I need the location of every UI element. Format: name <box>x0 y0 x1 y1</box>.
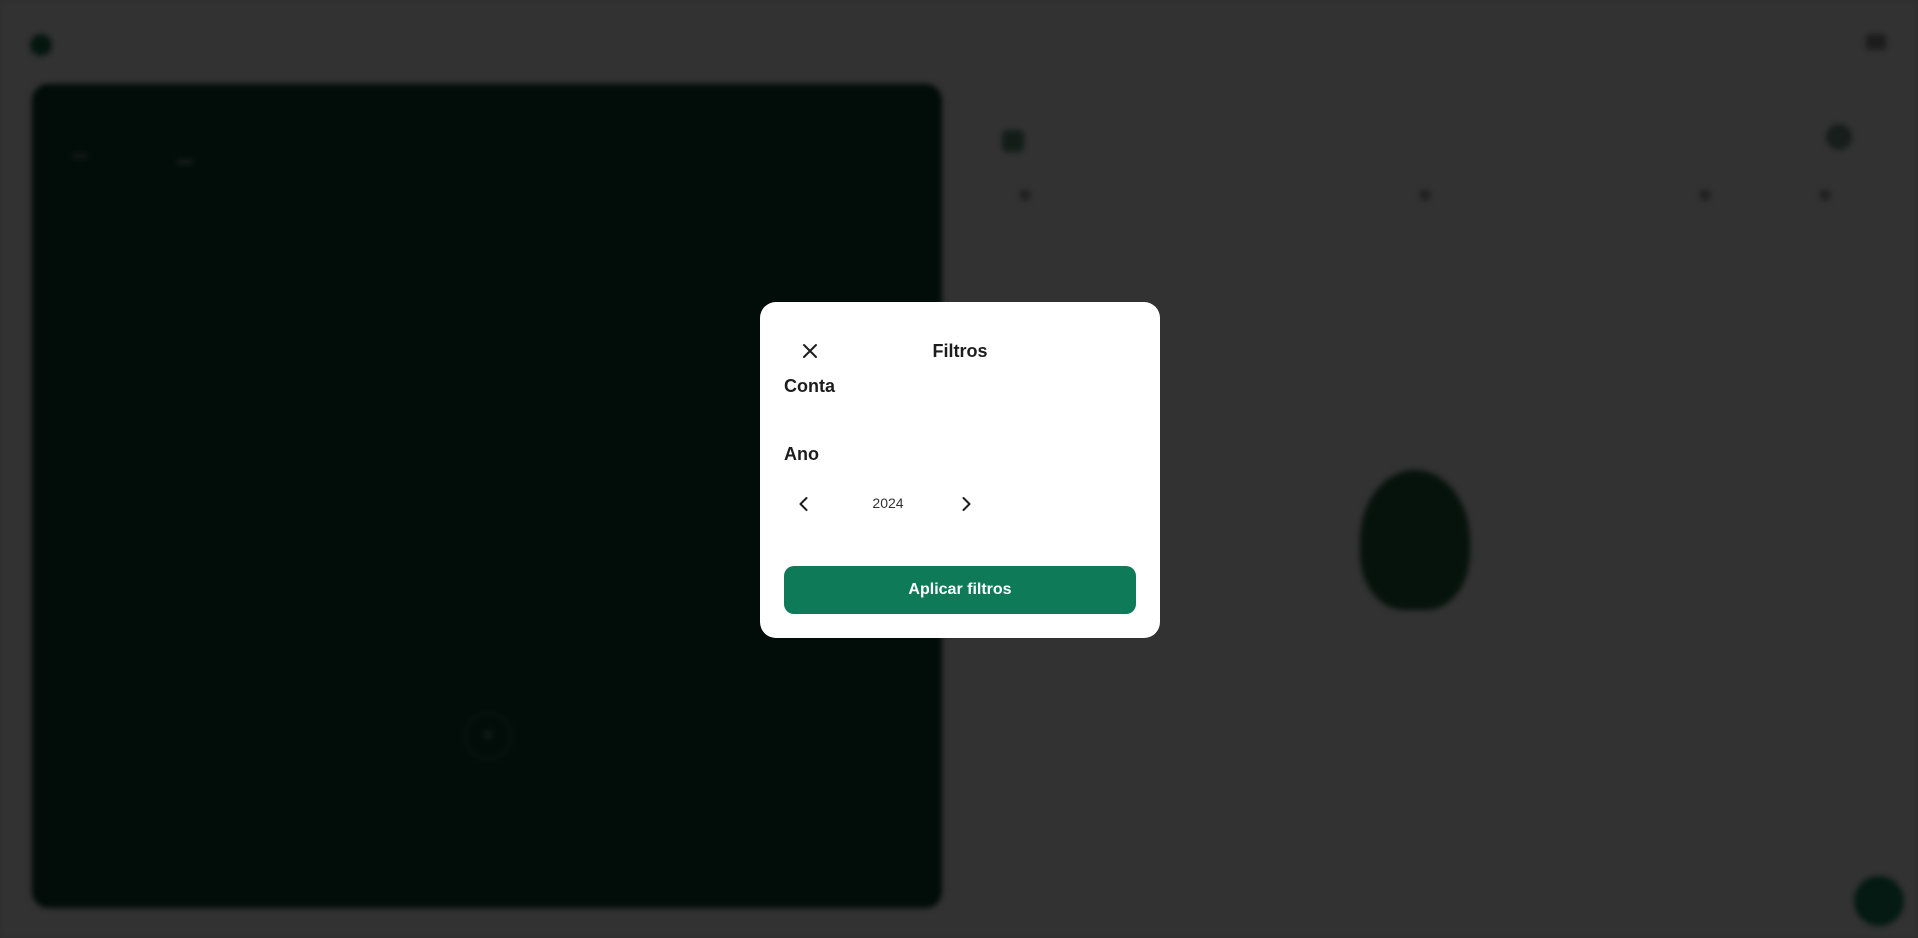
year-label: Ano <box>784 444 819 464</box>
chevron-right-icon[interactable] <box>954 492 978 516</box>
year-value: 2024 <box>872 495 904 511</box>
modal-title: Filtros <box>932 341 988 361</box>
filters-modal: Filtros Conta Ano 2024 Aplicar filtros <box>760 302 1160 638</box>
apply-filters-button[interactable]: Aplicar filtros <box>784 566 1136 614</box>
account-label: Conta <box>784 376 835 396</box>
year-picker: 2024 <box>784 488 984 520</box>
chevron-left-icon[interactable] <box>792 492 816 516</box>
